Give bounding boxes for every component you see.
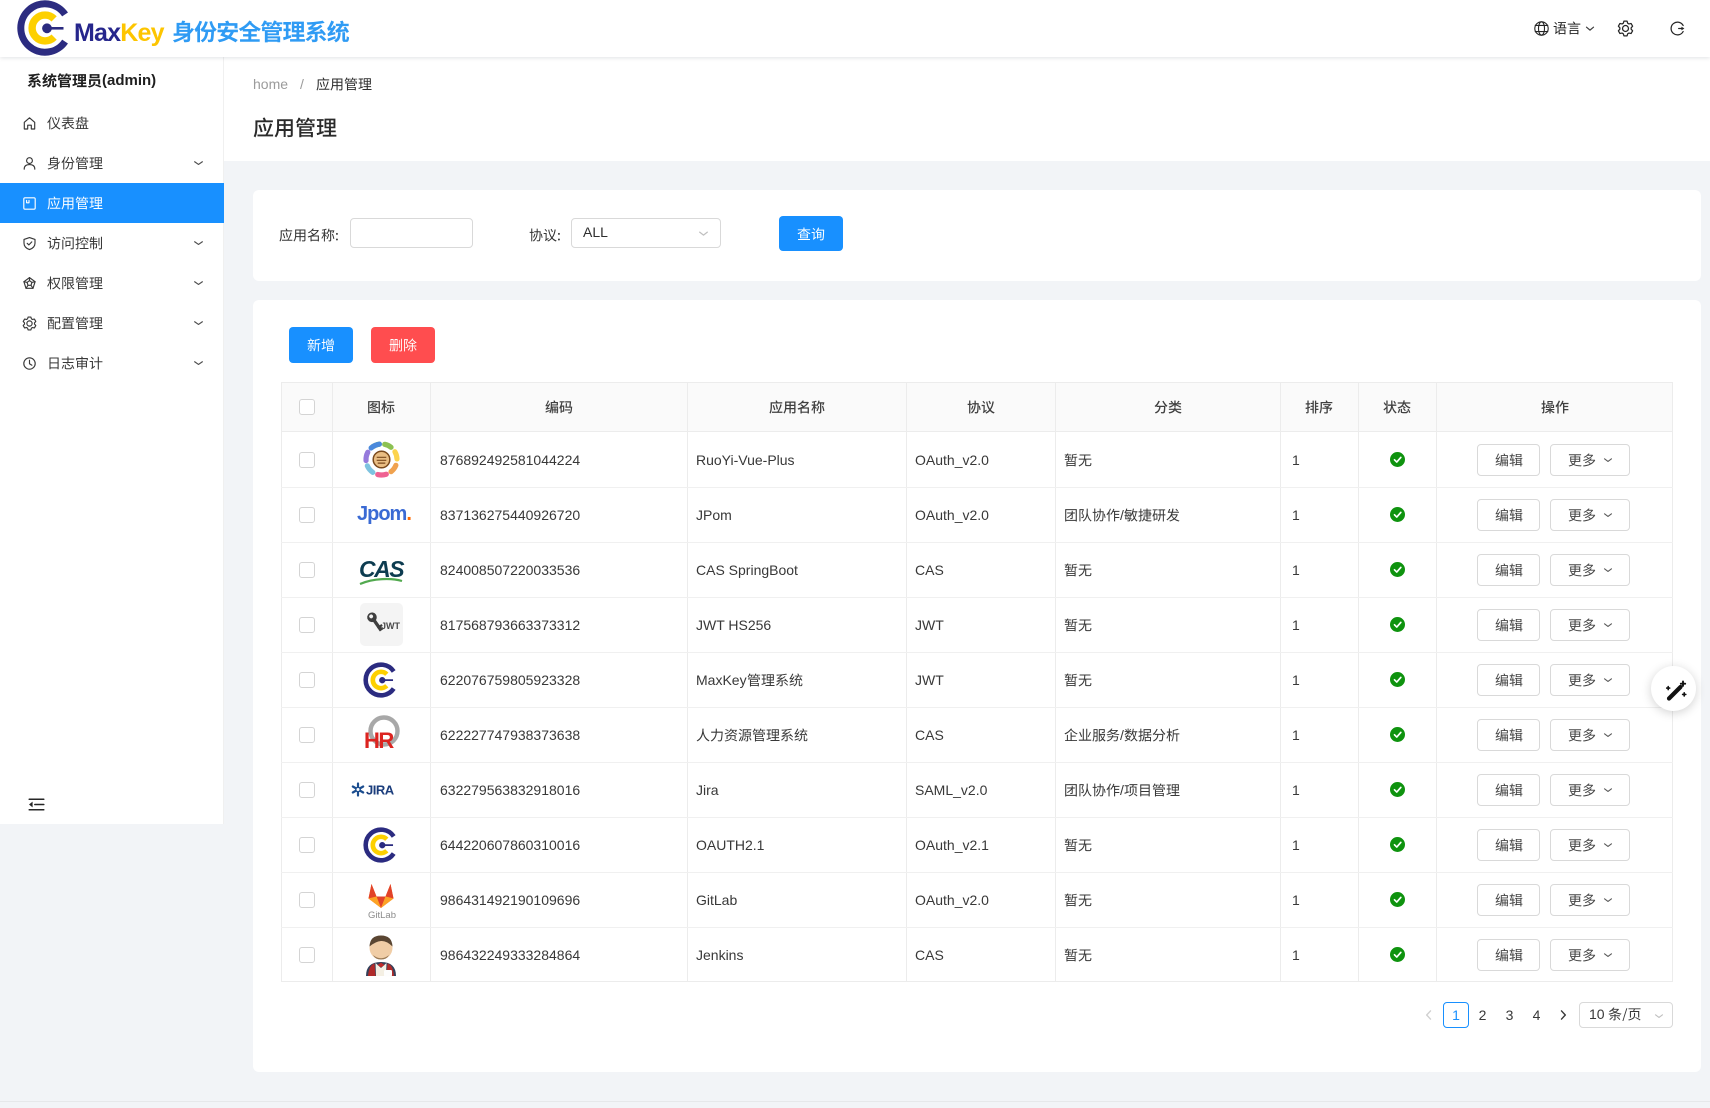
svg-text:HR: HR [364,728,394,753]
svg-text:JIRA: JIRA [366,783,395,798]
svg-text:JWT: JWT [381,621,401,631]
svg-text:GitLab: GitLab [368,910,396,921]
